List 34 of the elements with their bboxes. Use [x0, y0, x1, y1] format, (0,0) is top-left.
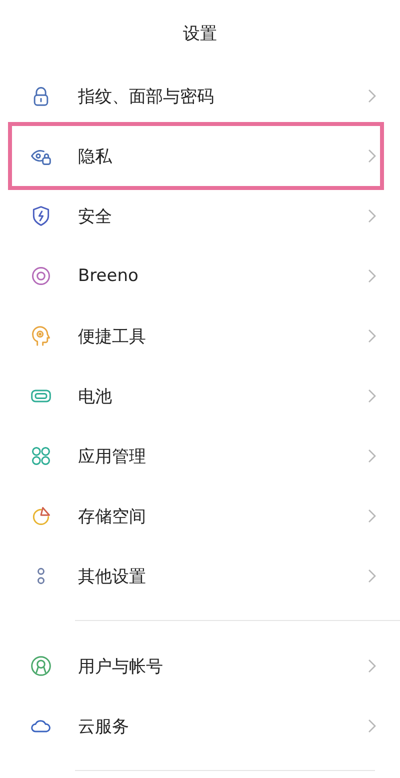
chevron-icon	[368, 209, 376, 223]
item-label: 存储空间	[78, 506, 147, 528]
settings-item[interactable]: 存储空间	[0, 486, 400, 546]
chevron-icon	[368, 329, 376, 343]
chevron-icon	[368, 149, 376, 163]
settings-item[interactable]: 隐私	[0, 126, 400, 186]
item-label: 用户与帐号	[78, 656, 164, 678]
chevron-icon	[368, 659, 376, 673]
item-label: 云服务	[78, 716, 130, 738]
settings-item[interactable]: 云服务	[0, 696, 400, 756]
item-label: 便捷工具	[78, 326, 147, 348]
chevron-icon	[368, 719, 376, 733]
settings-item[interactable]: 指纹、面部与密码	[0, 66, 400, 126]
chevron-icon	[368, 509, 376, 523]
settings-item[interactable]: 应用管理	[0, 426, 400, 486]
chevron-icon	[368, 269, 376, 283]
chevron-icon	[368, 569, 376, 583]
settings-item[interactable]: 电池	[0, 366, 400, 426]
chevron-icon	[368, 89, 376, 103]
item-label: 应用管理	[78, 446, 147, 468]
settings-item[interactable]: 其他设置	[0, 546, 400, 606]
chevron-icon	[368, 449, 376, 463]
item-label: 隐私	[78, 146, 113, 168]
item-label: 电池	[78, 386, 113, 408]
chevron-icon	[368, 389, 376, 403]
item-label: 安全	[78, 206, 113, 228]
settings-item[interactable]: 用户与帐号	[0, 636, 400, 696]
item-label: 指纹、面部与密码	[78, 86, 215, 108]
settings-item[interactable]: Breeno	[0, 246, 400, 306]
page-title: 设置	[182, 22, 218, 46]
item-label: 其他设置	[78, 566, 147, 588]
settings-item[interactable]: 安全	[0, 186, 400, 246]
settings-item[interactable]: 便捷工具	[0, 306, 400, 366]
item-label: Breeno	[78, 266, 140, 286]
